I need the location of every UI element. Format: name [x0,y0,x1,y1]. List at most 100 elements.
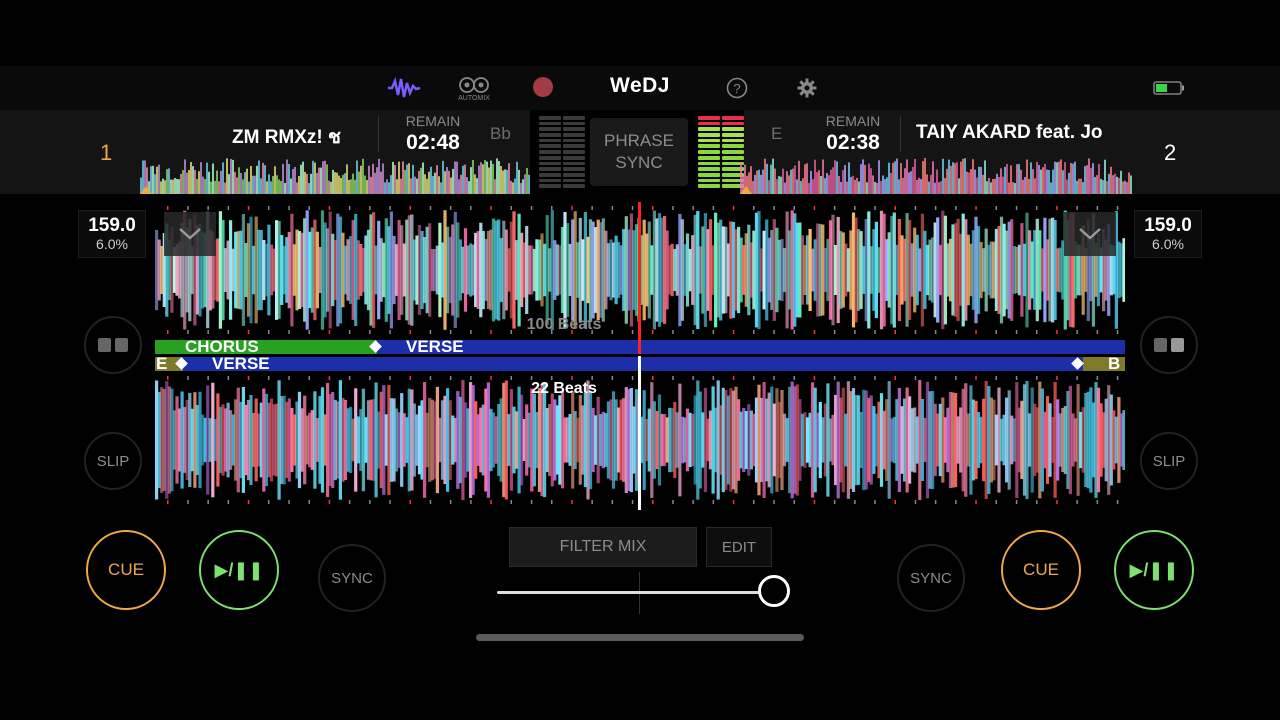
deck1-pitch: 6.0% [96,236,128,252]
deck2-slip-button[interactable]: SLIP [1140,432,1198,490]
overview-bar [786,171,788,194]
divider [900,116,901,152]
overview-bar [918,177,920,194]
overview-bar [1014,183,1016,194]
meter-segment [539,178,561,183]
deck2-bpm-display[interactable]: 159.0 6.0% [1134,210,1202,258]
overview-bar [396,179,398,194]
beat-tick [631,330,634,334]
beat-tick [328,500,331,504]
beat-tick [611,500,614,504]
settings-button[interactable] [795,76,819,100]
overview-bar [1022,179,1024,194]
overview-bar [972,159,974,194]
meter-segment [563,144,585,149]
overview-bar [340,178,342,194]
deck2-sampler-button[interactable] [1140,316,1198,374]
overview-bar [174,178,176,194]
deck1-track-title[interactable]: ZM RMXz! ช [232,122,370,152]
beat-tick [934,500,937,504]
overview-bar [472,160,474,194]
beat-tick [1056,500,1058,504]
overview-bar [822,159,824,194]
beat-tick [409,376,411,380]
overview-bar [1080,178,1082,194]
overview-bar [998,177,1000,194]
beat-tick [672,206,674,210]
beat-tick [510,206,512,210]
beat-tick [692,500,694,504]
overview-bar [388,182,390,194]
beat-tick [854,206,856,210]
deck2-overview-waveform[interactable] [740,152,1132,194]
overview-bar [330,181,332,194]
overview-bar [1104,159,1106,194]
crossfader-knob[interactable] [758,575,791,607]
filter-mix-label: FILTER MIX [559,538,647,555]
overview-bar [518,169,520,194]
beat-tick [692,206,694,210]
deck2-phrase-prev: E [156,354,168,373]
beat-tick [167,500,169,504]
phrase-sync-button[interactable]: PHRASE SYNC [590,118,688,186]
automix-button[interactable]: AUTOMIX [452,72,496,104]
deck1-bpm-display[interactable]: 159.0 6.0% [78,210,146,258]
overview-bar [968,172,970,194]
overview-bar [498,161,500,194]
beat-tick [652,206,654,210]
crossfader-track[interactable] [497,591,777,594]
overview-bar [480,162,482,194]
overview-bar [178,179,180,194]
overview-bar [442,160,444,194]
meter-segment [698,133,720,137]
deck1-sampler-button[interactable] [84,316,142,374]
beat-tick [389,330,391,334]
overview-bar [488,167,490,194]
overview-bar [880,181,882,194]
deck2-cue-button[interactable]: CUE [1001,530,1081,610]
overview-bar [826,173,828,194]
meter-segment [539,127,561,132]
edit-button[interactable]: EDIT [706,527,772,567]
overview-bar [250,166,252,194]
overview-bar [1026,159,1028,194]
deck2-expand-button[interactable] [1064,212,1116,256]
beat-tick [247,500,250,504]
deck2-play-pause-button[interactable]: ▶/❚❚ [1114,530,1194,610]
deck1-play-pause-button[interactable]: ▶/❚❚ [199,530,279,610]
overview-bar [1016,164,1018,194]
overview-bar [1078,178,1080,194]
record-button[interactable] [532,76,554,98]
meter-segment [563,178,585,183]
overview-bar [204,179,206,194]
beat-tick [187,330,189,334]
overview-bar [426,178,428,194]
overview-bar [934,182,936,194]
deck2-sync-button[interactable]: SYNC [897,544,965,612]
deck2-phrase-verse: VERSE [212,354,270,373]
deck1-sync-button[interactable]: SYNC [318,544,386,612]
deck1-beats-counter: 100 Beats [526,316,602,333]
filter-mix-button[interactable]: FILTER MIX [509,527,697,567]
waveform-icon[interactable] [386,74,422,102]
overview-bar [1112,175,1114,194]
overview-bar [390,175,392,194]
beat-tick [348,376,351,380]
help-button[interactable]: ? [725,76,749,100]
beat-tick [975,500,977,504]
beat-tick [591,500,593,504]
meter-segment [563,172,585,177]
overview-bar [740,162,742,194]
overview-bar [866,182,868,194]
overview-bar [286,159,288,194]
deck2-track-title[interactable]: TAIY AKARD feat. Jo [916,122,1130,144]
deck1-cue-button[interactable]: CUE [86,530,166,610]
deck1-overview-waveform[interactable] [140,152,530,194]
overview-bar [184,159,186,194]
overview-bar [1086,165,1088,194]
overview-bar [248,181,250,194]
meter-segment [698,144,720,149]
deck1-expand-button[interactable] [164,212,216,256]
meter-segment [563,167,585,171]
deck1-slip-button[interactable]: SLIP [84,432,142,490]
